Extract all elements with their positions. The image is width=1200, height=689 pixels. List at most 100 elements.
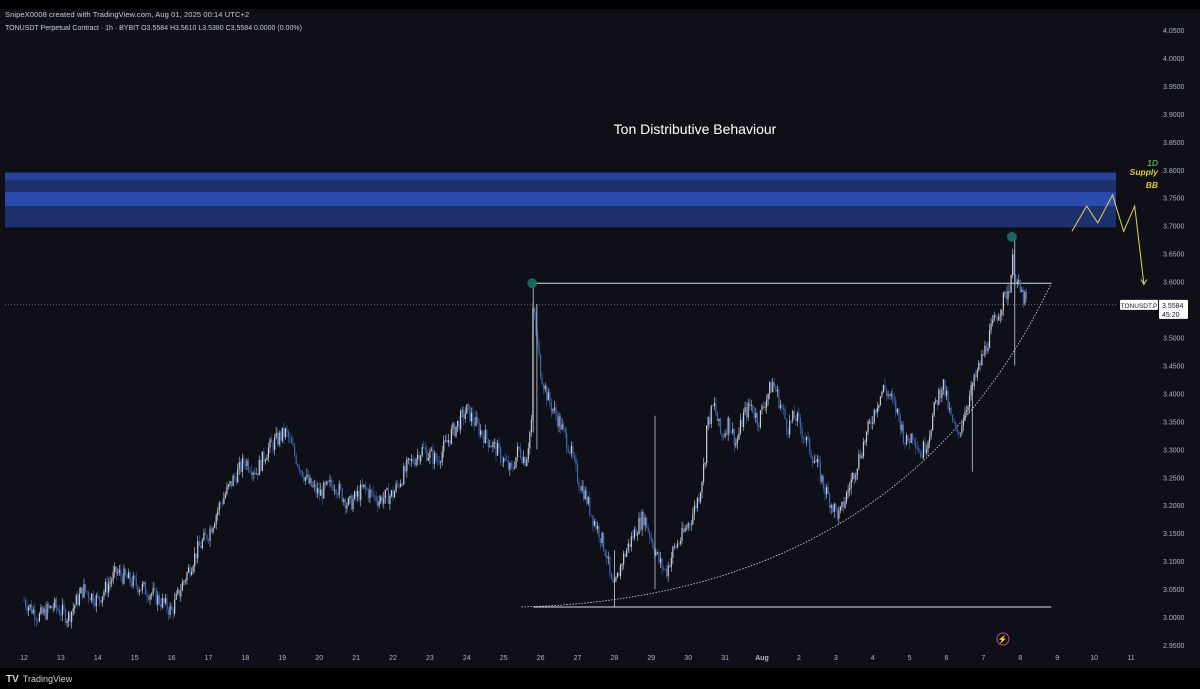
candle-body bbox=[922, 441, 925, 458]
candle-body bbox=[804, 438, 806, 441]
candle-body bbox=[89, 597, 91, 601]
candle-body bbox=[461, 410, 463, 412]
candle-body bbox=[825, 487, 828, 495]
swing-high-marker bbox=[1006, 231, 1017, 242]
y-axis-tick-label: 4.0000 bbox=[1163, 56, 1185, 63]
candle-body bbox=[64, 609, 67, 623]
x-axis-tick-label: 11 bbox=[1127, 655, 1134, 662]
candle-body bbox=[559, 416, 562, 430]
candle-body bbox=[549, 392, 551, 404]
candle-body bbox=[98, 596, 100, 601]
candle-body bbox=[389, 495, 391, 504]
candle-body bbox=[570, 445, 572, 454]
candle-body bbox=[520, 448, 522, 458]
candle-body bbox=[463, 410, 465, 419]
candle-body bbox=[381, 496, 383, 504]
candle-body bbox=[421, 447, 423, 456]
candle-body bbox=[1019, 280, 1021, 292]
candle-body bbox=[500, 447, 502, 462]
candle-body bbox=[887, 394, 889, 396]
candle-body bbox=[267, 447, 270, 458]
candle-body bbox=[772, 382, 774, 393]
candle-body bbox=[655, 552, 657, 555]
candle-body bbox=[841, 501, 843, 507]
candle-body bbox=[603, 532, 605, 551]
candle-body bbox=[480, 430, 482, 435]
candle-body bbox=[135, 577, 137, 586]
candle-body bbox=[844, 501, 846, 508]
candle-body bbox=[54, 599, 56, 608]
candle-body bbox=[72, 608, 74, 612]
candle-body bbox=[593, 520, 596, 526]
price-chart[interactable]: Ton Distributive Behaviour1DSupplyBB⚡4.0… bbox=[0, 0, 1200, 689]
candle-body bbox=[784, 409, 786, 419]
candle-body bbox=[38, 613, 40, 622]
y-axis-tick-label: 3.9500 bbox=[1163, 84, 1185, 91]
candle-body bbox=[904, 442, 906, 445]
candle-body bbox=[146, 594, 148, 598]
candle-body bbox=[158, 595, 160, 605]
candle-body bbox=[495, 442, 497, 456]
candle-body bbox=[838, 510, 840, 519]
candle-body bbox=[755, 413, 757, 418]
candle-body bbox=[724, 432, 726, 438]
candle-body bbox=[775, 385, 777, 392]
supply-zone-label: Supply bbox=[1130, 167, 1160, 177]
candle-body bbox=[821, 475, 823, 482]
candle-body bbox=[596, 525, 599, 530]
candle-body bbox=[429, 450, 431, 458]
candle-body bbox=[283, 427, 285, 438]
candle-body bbox=[643, 512, 645, 526]
candle-body bbox=[333, 489, 336, 491]
candle-body bbox=[154, 588, 156, 589]
candle-body bbox=[210, 528, 213, 533]
candle-body bbox=[707, 417, 709, 426]
candle-body bbox=[355, 491, 357, 497]
candle-body bbox=[195, 553, 197, 559]
y-axis-tick-label: 3.9000 bbox=[1163, 112, 1185, 119]
candle-body bbox=[380, 496, 382, 501]
candle-body bbox=[829, 494, 831, 509]
candle-body bbox=[575, 458, 577, 465]
candle-body bbox=[638, 517, 640, 535]
candle-body bbox=[824, 487, 826, 495]
candle-body bbox=[186, 572, 188, 581]
candle-body bbox=[832, 505, 834, 512]
candle-body bbox=[978, 362, 980, 370]
y-axis-tick-label: 3.7000 bbox=[1163, 224, 1185, 231]
x-axis-tick-label: 10 bbox=[1090, 655, 1098, 662]
candle-body bbox=[71, 611, 73, 622]
x-axis-tick-label: 18 bbox=[242, 655, 250, 662]
candle-body bbox=[942, 379, 945, 390]
candle-body bbox=[257, 473, 259, 476]
candle-body bbox=[621, 564, 623, 566]
candle-body bbox=[266, 457, 268, 461]
candle-body bbox=[869, 421, 871, 423]
candle-body bbox=[95, 595, 97, 607]
candle-body bbox=[263, 451, 265, 462]
candle-body bbox=[218, 503, 220, 511]
candle-body bbox=[629, 543, 631, 547]
tradingview-logo[interactable]: TV TradingView bbox=[6, 673, 72, 685]
candle-body bbox=[301, 470, 303, 477]
candle-body bbox=[879, 396, 881, 405]
candle-body bbox=[938, 389, 940, 405]
candle-body bbox=[878, 404, 880, 408]
candle-body bbox=[23, 600, 25, 602]
candle-body bbox=[115, 566, 117, 574]
candle-body bbox=[181, 582, 183, 591]
candle-body bbox=[395, 483, 397, 492]
candle-body bbox=[786, 418, 788, 431]
x-axis-tick-label: 26 bbox=[537, 655, 545, 662]
candle-body bbox=[796, 413, 798, 421]
candle-body bbox=[84, 584, 87, 592]
candle-body bbox=[787, 430, 789, 435]
candle-body bbox=[681, 528, 683, 542]
candle-body bbox=[475, 417, 477, 426]
candle-body bbox=[149, 595, 151, 600]
candle-body bbox=[404, 465, 406, 472]
candle-body bbox=[1004, 291, 1006, 294]
supply-zone-top-band bbox=[5, 172, 1116, 180]
candle-body bbox=[882, 384, 885, 393]
candle-body bbox=[847, 490, 849, 493]
